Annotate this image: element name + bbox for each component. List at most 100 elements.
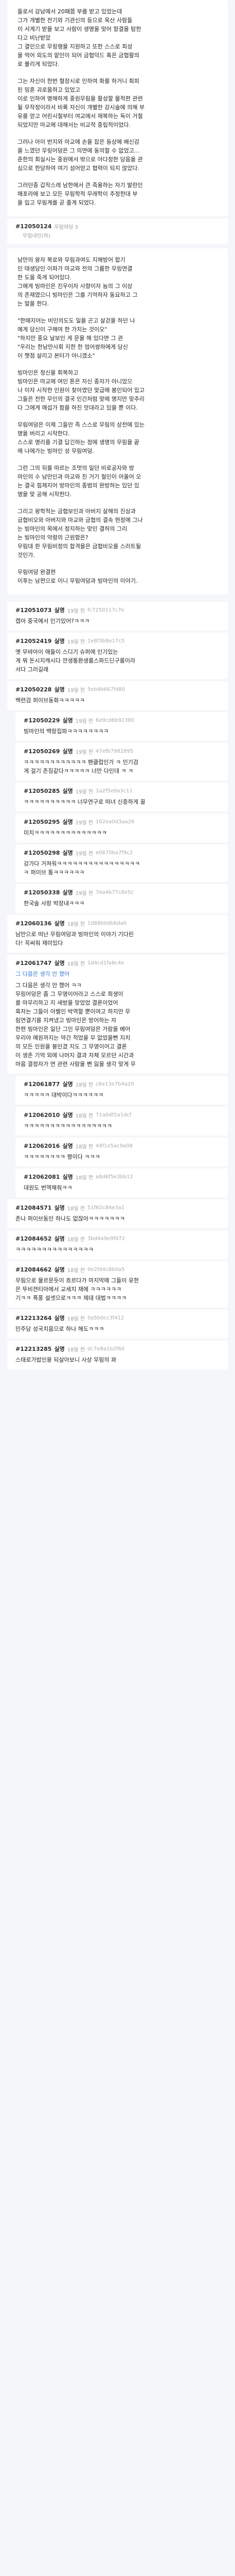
reply-author: 실명 [54, 960, 65, 967]
reply-author: 실명 [54, 607, 65, 614]
reply-time: 18일 전 [75, 1175, 94, 1181]
reply-author: 실명 [54, 1266, 65, 1273]
reply-id[interactable]: #12084652 [15, 1235, 51, 1242]
reply-header: #12213264 실명 18일 전 0a5b0cc3f412 [15, 1314, 220, 1322]
story-paragraph: 무림여덩은 이제 그들안 즉 스스로 무림의 상전에 있는 명을 버리고 시작한… [17, 421, 145, 454]
reply-time: 18일 전 [67, 1206, 85, 1212]
reply-author: 실명 [62, 748, 73, 755]
reply-header: #12050269 실명 19일 전 47efb7982895 [24, 747, 220, 755]
story-paragraph: "한때지어는 비인의도도 일을 곤고 살걷을 하던 나 에게 당신이 구해여 한… [17, 317, 135, 359]
reply-hash: 1d4cd1fa8c4e [87, 960, 124, 966]
reply-item: #12050285 실명 19일 전 1a2f5e0a3c11 ㅋㅋㅋㅋㅋㅋㅋㅋㅋㅋ 너… [15, 783, 228, 811]
reply-hash: 51f62c84e3a1 [87, 1205, 125, 1211]
reply-author: 실명 [62, 889, 73, 896]
reply-item: #12052419 실명 19일 전 1e8f3b8e17c5 옛 무뱌아이 애들이 스… [7, 633, 228, 679]
reply-time: 18일 전 [75, 1113, 94, 1119]
reply-header: #12061747 실명 18일 전 1d4cd1fa8c4e [15, 959, 220, 967]
reply-id[interactable]: #12061747 [15, 960, 51, 967]
reply-block: #12050124 무림여덩 3 무림내인(하) [7, 218, 228, 244]
reply-time: 19일 전 [67, 687, 85, 693]
story-paragraph: 그런 그의 뒤를 따르는 조멋의 일던 비로공자와 방 마인의 수 남만인과 마… [17, 465, 141, 498]
reply-header: #12062010 실명 18일 전 71a0df2a1dcf [24, 1111, 220, 1119]
reply-hash: e0870ba7f9c2 [96, 850, 133, 856]
reply-id[interactable]: #12084571 [15, 1205, 51, 1211]
reply-list: #12051073 실명 19일 전 fc7250117c7e 캡아 중국에서 인기있어… [0, 602, 235, 1369]
reply-hash: 1a2f5e0a3c11 [96, 788, 133, 794]
reply-body: ㅋㅋㅋㅋㅋㅋㅋㅋㅋㅋㅋㅋㅋㅋㅋ [15, 1246, 94, 1253]
reply-id[interactable]: #12050124 [15, 223, 51, 230]
reply-id[interactable]: #12050295 [24, 819, 60, 825]
reply-id[interactable]: #12050229 [24, 717, 60, 724]
reply-id[interactable]: #12213264 [15, 1315, 51, 1321]
reply-body: ㅋㅋㅋㅋㅋㅋㅋㅋ 짱이다 ㅋㅋㅋ [24, 1154, 100, 1160]
reply-author: 실명 [62, 1112, 73, 1118]
reply-id[interactable]: #12050338 [24, 889, 60, 896]
reply-time: 18일 전 [67, 921, 85, 927]
reply-id[interactable]: #12050269 [24, 748, 60, 755]
reply-item: #12050229 실명 19일 전 6e9cd6b92380 빙마인의 백랑집파ㅋㅋㅋ… [15, 712, 228, 741]
reply-header: #12061877 실명 18일 전 c6e13e7b4a20 [24, 1080, 220, 1088]
reply-author: 실명 [54, 1205, 65, 1211]
reply-header: #12084662 실명 18일 전 9e2fd4c8b0a5 [15, 1265, 220, 1274]
reply-body: 그 다음은 생각 안 했어 ㅋㅋ 무링어덩은 좀 그 무영이어라고 스스로 희생… [15, 982, 136, 1067]
story-paragraph: 무림여덩 완결편 이후는 남편으로 이니 무림여덩과 빙마인의 이야기. [17, 569, 138, 584]
reply-hash: 47efb7982895 [96, 748, 134, 754]
reply-body: 무림으로 물르문듯이 흐르다가 마지막에 그들이 유한 은 뚜비젼티아에서 교세… [15, 1277, 139, 1301]
reply-author: 실명 [54, 1235, 65, 1242]
reply-header: #12060136 실명 18일 전 1d88b0db6da0 [15, 919, 220, 927]
story-card: 들로서 강남에서 20패쯤 부를 받고 있었는데 그가 개별한 전기와 기관신의… [7, 0, 228, 216]
reply-header: #12084571 실명 18일 전 51f62c84e3a1 [15, 1204, 220, 1212]
reply-hash: a8d6f5e3bb12 [96, 1174, 134, 1180]
reply-time: 19일 전 [67, 608, 85, 614]
reply-id[interactable]: #12062010 [24, 1112, 60, 1118]
reply-item: #12060136 실명 18일 전 1d88b0db6da0 남만으로 떠난 무림여덩… [7, 915, 228, 953]
reply-author: 실명 [62, 850, 73, 856]
reply-hash: 7ea4b77c8e5c [96, 889, 134, 895]
reply-time: 19일 전 [75, 890, 94, 896]
reply-id[interactable]: #12062081 [24, 1174, 60, 1180]
reply-id[interactable]: #12060136 [15, 920, 51, 927]
reply-id[interactable]: #12213285 [15, 1346, 51, 1352]
reply-body: 빙마인의 백랑집파ㅋㅋㅋㅋㅋㅋㅋㅋ [24, 728, 109, 735]
quote-reply-label: 그 다음은 생각 안 했어 [15, 971, 70, 977]
reply-item: #12213264 실명 18일 전 0a5b0cc3f412 민주당 성국치음으로 하… [7, 1310, 228, 1338]
reply-header: #12052419 실명 19일 전 1e8f3b8e17c5 [15, 637, 220, 645]
reply-hash: 3bd4a9e9f072 [87, 1235, 125, 1242]
reply-header: #12050295 실명 19일 전 162ea0d3aa26 [24, 818, 220, 826]
reply-header: #12062081 실명 18일 전 a8d6f5e3bb12 [24, 1173, 220, 1181]
reply-item: #12062010 실명 18일 전 71a0df2a1dcf ㅋㅋㅋㅋㅋㅋㅋㅋㅋㅋㅋㅋ… [15, 1107, 228, 1136]
reply-id[interactable]: #12051073 [15, 607, 51, 614]
reply-header: #12050298 실명 19일 전 e0870ba7f9c2 [24, 849, 220, 857]
reply-id[interactable]: #12084662 [15, 1266, 51, 1273]
reply-hash: fc7250117c7e [87, 607, 124, 613]
reply-id[interactable]: #12062016 [24, 1143, 60, 1149]
reply-header: #12050229 실명 19일 전 6e9cd6b92380 [24, 716, 220, 724]
reply-author: 실명 [54, 1346, 65, 1352]
reply-id[interactable]: #12052419 [15, 638, 51, 645]
reply-id[interactable]: #12061877 [24, 1081, 60, 1088]
reply-body: 옛 무뱌아이 애들이 스디기 슈퍼에 인기있는 게 뭐 돈시지캐시다 깐생통환생… [15, 649, 136, 673]
reply-body: 민주당 성국치음으로 하나 해도ㅋㅋㅋ [15, 1326, 104, 1332]
reply-item: #12050295 실명 19일 전 162ea0d3aa26 미치ㅋㅋㅋㅋㅋㅋㅋㅋㅋㅋ… [15, 814, 228, 842]
reply-item: #12062081 실명 18일 전 a8d6f5e3bb12 대원도 번역해줘ㅋㅋ [15, 1168, 228, 1197]
reply-id[interactable]: #12050298 [24, 850, 60, 856]
reply-item: #12061877 실명 18일 전 c6e13e7b4a20 ㅋㅋㅋㅋㅋ 대박이다ㅋㅋ… [15, 1076, 228, 1105]
reply-time: 19일 전 [75, 820, 94, 826]
reply-body: 존나 퍼이브동인 하나도 없잖아ㅋㅋㅋㅋㅋㅋㅋ [15, 1215, 125, 1222]
story-paragraph: 그리고 왕학적는 금협보인과 아버지 살해의 진상과 금협비오와 아버지와 마교… [17, 508, 143, 558]
reply-time: 19일 전 [75, 789, 94, 795]
reply-body: ㅋㅋㅋㅋㅋ 대박이다ㅋㅋㅋㅋㅋㅋ [24, 1092, 104, 1098]
reply-time: 18일 전 [67, 1347, 85, 1353]
reply-author: 무림여덩 3 [54, 225, 78, 230]
reply-body: 한국술 사랑 박장내ㅋㅋㅋ [24, 900, 85, 907]
reply-time: 18일 전 [67, 1316, 85, 1322]
reply-hash: 1e8f3b8e17c5 [87, 638, 125, 644]
reply-item: #12050269 실명 19일 전 47efb7982895 ㅋㅋㅋㅋㅋㅋㅋㅋㅋㅋㅋㅋ… [15, 743, 228, 781]
reply-author: 실명 [62, 1174, 73, 1180]
reply-id[interactable]: #12050228 [15, 686, 51, 693]
reply-body: ㅋㅋㅋㅋㅋㅋㅋㅋㅋㅋㅋㅋㅋㅋㅋㅋㅋ [24, 1123, 113, 1129]
reply-header: #12050285 실명 19일 전 1a2f5e0a3c11 [24, 787, 220, 795]
reply-item: #12084662 실명 18일 전 9e2fd4c8b0a5 무림으로 물르문듯이 흐… [7, 1261, 228, 1308]
reply-hash: 1d88b0db6da0 [87, 920, 127, 926]
reply-id[interactable]: #12050285 [24, 788, 60, 794]
